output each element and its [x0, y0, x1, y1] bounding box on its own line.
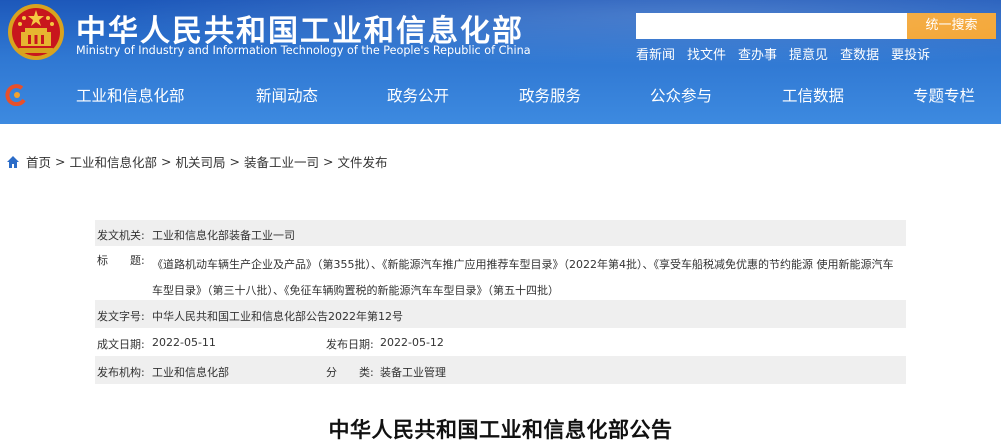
org-value: 工业和信息化部 — [152, 366, 229, 379]
subject-value: 《道路机动车辆生产企业及产品》（第355批）、《新能源汽车推广应用推荐车型目录》… — [152, 258, 894, 297]
document-info-table: 发文机关: 工业和信息化部装备工业一司 标 题: 《道路机动车辆生产企业及产品》… — [95, 220, 906, 384]
document-title: 中华人民共和国工业和信息化部公告 — [328, 418, 673, 442]
breadcrumb: 首页 > 工业和信息化部 > 机关司局 > 装备工业一司 > 文件发布 — [6, 152, 388, 171]
nav-item-news[interactable]: 新闻动态 — [256, 84, 318, 106]
breadcrumb-miit[interactable]: 工业和信息化部 — [70, 152, 158, 171]
category-label: 分 类: — [326, 366, 374, 379]
nav-item-gov-affairs[interactable]: 政务公开 — [387, 84, 449, 106]
quick-link-services[interactable]: 查办事 — [738, 44, 777, 63]
nav-item-data[interactable]: 工信数据 — [782, 84, 844, 106]
info-row-docno: 发文字号: 中华人民共和国工业和信息化部公告2022年第12号 — [95, 300, 906, 328]
nav-item-gov-services[interactable]: 政务服务 — [519, 84, 581, 106]
main-nav: 工业和信息化部 新闻动态 政务公开 政务服务 公众参与 工信数据 专题专栏 — [0, 84, 1001, 108]
info-row-issuer: 发文机关: 工业和信息化部装备工业一司 — [95, 220, 906, 246]
issuer-value: 工业和信息化部装备工业一司 — [152, 229, 295, 242]
subject-label: 标 题: — [97, 254, 145, 267]
nav-item-miit[interactable]: 工业和信息化部 — [76, 84, 185, 106]
nav-item-public[interactable]: 公众参与 — [650, 84, 712, 106]
published-label: 发布日期: — [326, 338, 374, 351]
published-value: 2022-05-12 — [380, 336, 444, 349]
search-button[interactable]: 统一搜索 — [907, 13, 996, 39]
docno-value: 中华人民共和国工业和信息化部公告2022年第12号 — [152, 310, 403, 323]
breadcrumb-file-release[interactable]: 文件发布 — [338, 152, 388, 171]
category-value: 装备工业管理 — [380, 366, 446, 379]
info-row-subject: 标 题: 《道路机动车辆生产企业及产品》（第355批）、《新能源汽车推广应用推荐… — [95, 246, 906, 300]
quick-link-feedback[interactable]: 提意见 — [789, 44, 828, 63]
breadcrumb-separator: > — [229, 154, 240, 169]
breadcrumb-equipment-dept[interactable]: 装备工业一司 — [244, 152, 319, 171]
quick-link-data[interactable]: 查数据 — [840, 44, 879, 63]
quick-link-files[interactable]: 找文件 — [687, 44, 726, 63]
breadcrumb-separator: > — [161, 154, 172, 169]
created-label: 成文日期: — [97, 338, 145, 351]
site-title-en: Ministry of Industry and Information Tec… — [76, 44, 531, 57]
created-value: 2022-05-11 — [152, 336, 216, 349]
search-input[interactable] — [636, 13, 908, 39]
nav-item-topics[interactable]: 专题专栏 — [913, 84, 975, 106]
info-row-org: 发布机构: 工业和信息化部 分 类: 装备工业管理 — [95, 356, 906, 384]
org-label: 发布机构: — [97, 366, 145, 379]
home-icon — [7, 155, 19, 168]
breadcrumb-separator: > — [55, 154, 66, 169]
breadcrumb-departments[interactable]: 机关司局 — [176, 152, 226, 171]
quick-link-news[interactable]: 看新闻 — [636, 44, 675, 63]
docno-label: 发文字号: — [97, 310, 145, 323]
site-header: 中华人民共和国工业和信息化部 Ministry of Industry and … — [0, 0, 1001, 124]
breadcrumb-home[interactable]: 首页 — [26, 152, 51, 171]
quick-link-complaint[interactable]: 要投诉 — [891, 44, 930, 63]
quick-links: 看新闻 找文件 查办事 提意见 查数据 要投诉 — [636, 44, 930, 63]
issuer-label: 发文机关: — [97, 229, 145, 242]
national-emblem-icon — [8, 4, 64, 60]
breadcrumb-separator: > — [323, 154, 334, 169]
info-row-dates: 成文日期: 2022-05-11 发布日期: 2022-05-12 — [95, 328, 906, 356]
